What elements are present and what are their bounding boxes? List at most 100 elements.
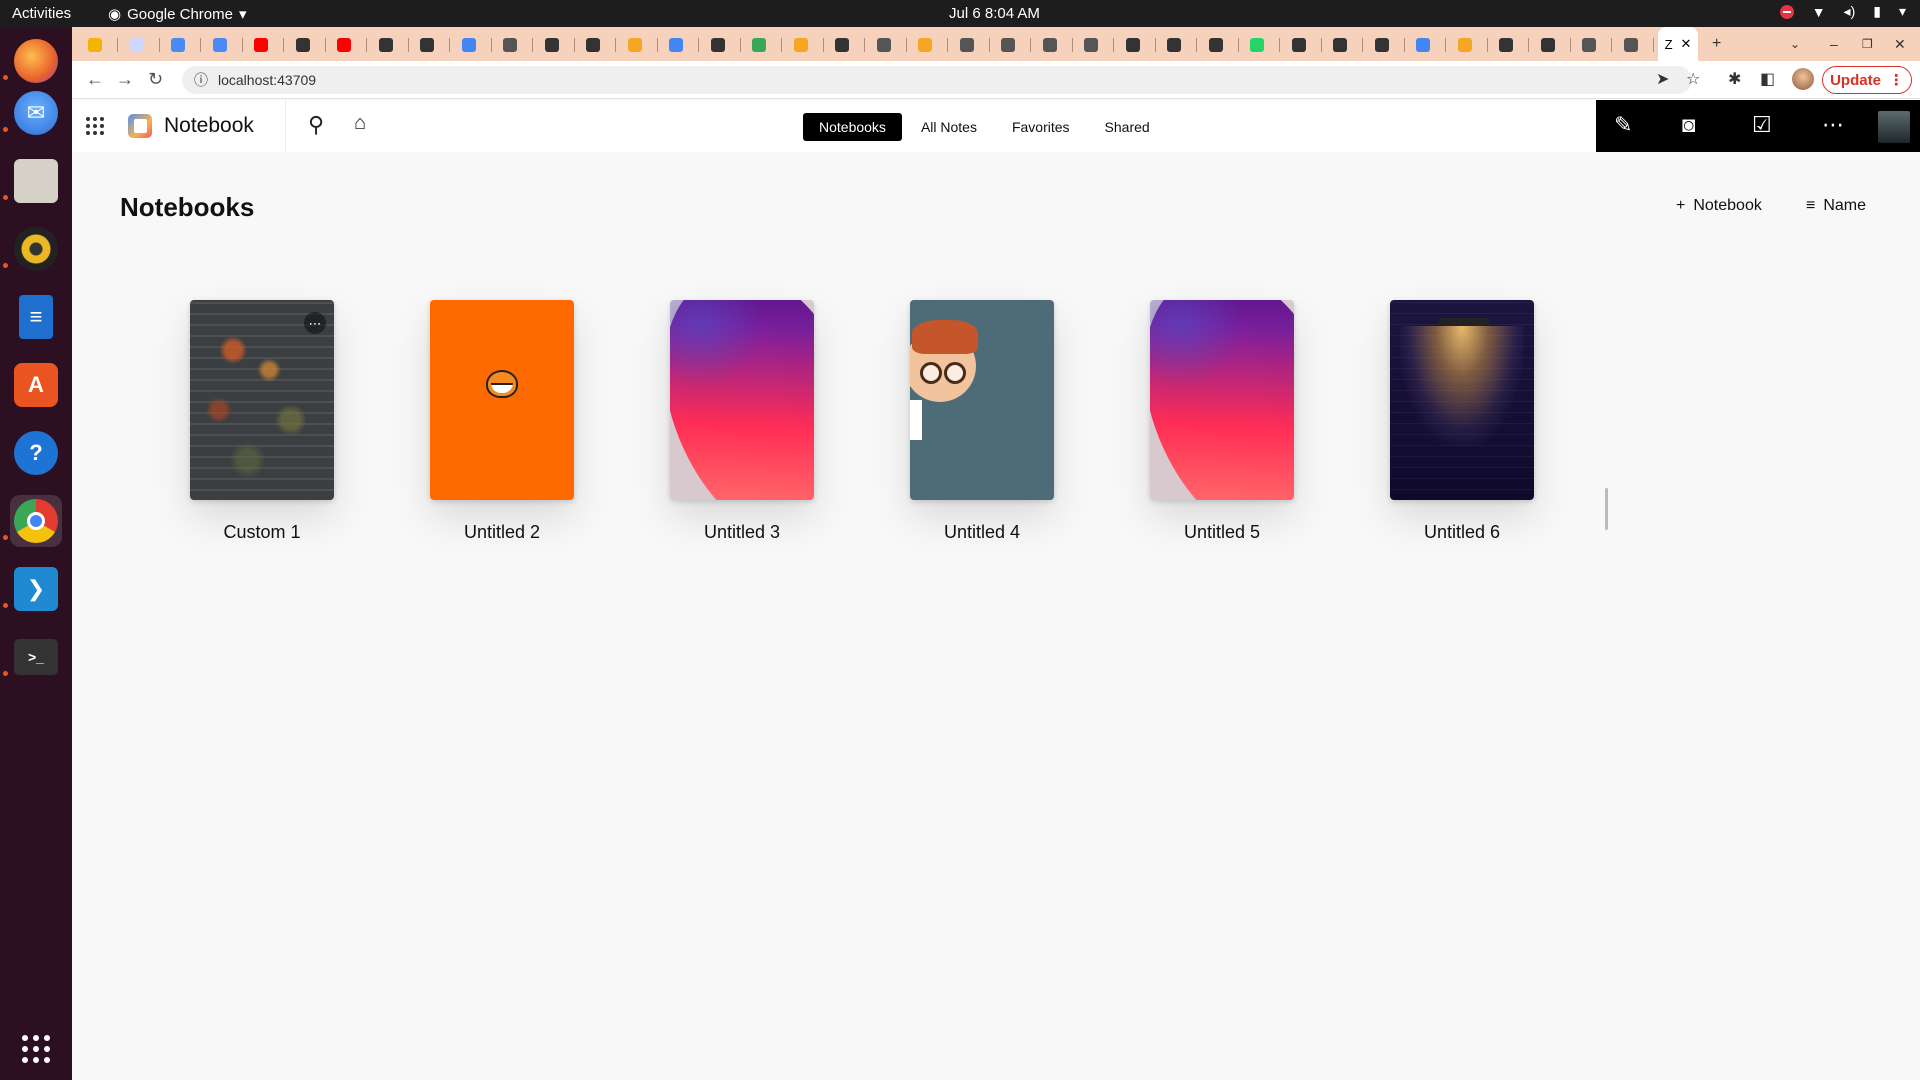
browser-tab[interactable] xyxy=(661,33,699,57)
browser-tab[interactable] xyxy=(1035,33,1073,57)
notebook-card[interactable]: Untitled 6 xyxy=(1390,300,1534,543)
notebook-card[interactable]: Untitled 4 xyxy=(910,300,1054,543)
send-icon[interactable]: ➤ xyxy=(1656,69,1669,89)
dock-writer[interactable]: ≡ xyxy=(10,291,62,343)
browser-tab[interactable] xyxy=(1367,33,1405,57)
extensions-icon[interactable]: ✱ xyxy=(1728,69,1741,89)
dock-firefox[interactable] xyxy=(10,35,62,87)
browser-tab[interactable] xyxy=(205,33,243,57)
browser-tab[interactable] xyxy=(537,33,575,57)
dock-software[interactable]: A xyxy=(10,359,62,411)
app-menu[interactable]: ◉ Google Chrome ▾ xyxy=(108,5,247,24)
reload-icon[interactable]: ↻ xyxy=(148,69,163,90)
browser-tab[interactable] xyxy=(1408,33,1446,57)
browser-tab[interactable] xyxy=(1284,33,1322,57)
system-top-bar: Activities ◉ Google Chrome ▾ Jul 6 8:04 … xyxy=(0,0,1920,27)
browser-tab[interactable] xyxy=(993,33,1031,57)
browser-tab[interactable] xyxy=(454,33,492,57)
browser-tab[interactable] xyxy=(1533,33,1571,57)
search-icon[interactable]: ⚲ xyxy=(308,112,324,138)
tag-icon[interactable]: ⌂ xyxy=(354,112,366,135)
notebook-cover[interactable] xyxy=(910,300,1054,500)
browser-tab[interactable] xyxy=(495,33,533,57)
notebook-card[interactable]: Untitled 5 xyxy=(1150,300,1294,543)
new-note-icon[interactable]: ✎ xyxy=(1614,112,1632,138)
browser-tab[interactable] xyxy=(952,33,990,57)
tab-shared[interactable]: Shared xyxy=(1089,113,1166,141)
dock-files[interactable] xyxy=(10,155,62,207)
more-options-icon[interactable]: ⋯ xyxy=(1822,112,1844,138)
dock-thunderbird[interactable]: ✉ xyxy=(10,87,62,139)
browser-tab[interactable] xyxy=(412,33,450,57)
tab-search-icon[interactable]: ⌄ xyxy=(1790,27,1800,61)
browser-tab[interactable] xyxy=(246,33,284,57)
bookmark-star-icon[interactable]: ☆ xyxy=(1686,69,1700,89)
notebook-card[interactable]: ⋯ Custom 1 xyxy=(190,300,334,543)
browser-tab[interactable] xyxy=(122,33,160,57)
new-tab-button[interactable]: + xyxy=(1712,27,1721,61)
browser-tab[interactable] xyxy=(163,33,201,57)
browser-tab[interactable] xyxy=(744,33,782,57)
show-applications-button[interactable] xyxy=(10,1023,62,1075)
forward-icon[interactable]: → xyxy=(116,69,134,90)
dock-chrome[interactable] xyxy=(10,495,62,547)
notebook-cover[interactable] xyxy=(670,300,814,500)
browser-tab[interactable] xyxy=(371,33,409,57)
clock[interactable]: Jul 6 8:04 AM xyxy=(949,5,1040,22)
minimize-icon[interactable]: – xyxy=(1830,27,1838,61)
browser-tab[interactable] xyxy=(786,33,824,57)
dock-help[interactable]: ? xyxy=(10,427,62,479)
system-tray[interactable]: ▼ ◂) ▮ ▾ xyxy=(1779,3,1906,20)
side-panel-icon[interactable]: ◧ xyxy=(1760,69,1775,89)
activities-button[interactable]: Activities xyxy=(12,5,71,22)
browser-tab[interactable] xyxy=(1076,33,1114,57)
browser-tab[interactable] xyxy=(1574,33,1612,57)
checklist-icon[interactable]: ☑ xyxy=(1752,112,1772,138)
add-notebook-button[interactable]: + Notebook xyxy=(1676,197,1762,215)
browser-tab[interactable] xyxy=(80,33,118,57)
browser-tab[interactable] xyxy=(620,33,658,57)
notebook-cover[interactable] xyxy=(1390,300,1534,500)
browser-tab[interactable] xyxy=(1242,33,1280,57)
tab-notebooks[interactable]: Notebooks xyxy=(803,113,902,141)
notebook-cover[interactable] xyxy=(1150,300,1294,500)
browser-tab[interactable] xyxy=(827,33,865,57)
notebook-card[interactable]: Untitled 2 xyxy=(430,300,574,543)
profile-avatar[interactable] xyxy=(1792,68,1814,90)
dock-rhythmbox[interactable] xyxy=(10,223,62,275)
active-tab[interactable]: Z ✕ xyxy=(1658,27,1698,61)
back-icon[interactable]: ← xyxy=(86,69,104,90)
browser-tab[interactable] xyxy=(910,33,948,57)
tab-favorites[interactable]: Favorites xyxy=(996,113,1086,141)
browser-tab[interactable] xyxy=(1118,33,1156,57)
restore-icon[interactable]: ❐ xyxy=(1862,27,1873,61)
notebook-cover[interactable]: ⋯ xyxy=(190,300,334,500)
update-button[interactable]: Update ⋮ xyxy=(1822,66,1912,94)
browser-tab[interactable] xyxy=(1450,33,1488,57)
browser-tab[interactable] xyxy=(1491,33,1529,57)
sort-button[interactable]: ≡ Name xyxy=(1806,197,1866,215)
browser-tab[interactable] xyxy=(1616,33,1654,57)
user-avatar[interactable] xyxy=(1878,111,1910,143)
browser-tab[interactable] xyxy=(578,33,616,57)
browser-tab[interactable] xyxy=(869,33,907,57)
browser-tab[interactable] xyxy=(1201,33,1239,57)
browser-tab[interactable] xyxy=(288,33,326,57)
dock-vscode[interactable]: ❯ xyxy=(10,563,62,615)
address-bar[interactable]: ⓘ localhost:43709 xyxy=(182,66,1692,94)
tab-all-notes[interactable]: All Notes xyxy=(905,113,993,141)
notebook-card[interactable]: Untitled 3 xyxy=(670,300,814,543)
browser-tab[interactable] xyxy=(1325,33,1363,57)
browser-tab[interactable] xyxy=(1159,33,1197,57)
site-info-icon[interactable]: ⓘ xyxy=(194,70,208,90)
more-options-icon[interactable]: ⋯ xyxy=(304,312,326,334)
scrollbar[interactable] xyxy=(1605,488,1608,530)
browser-tab[interactable] xyxy=(329,33,367,57)
window-close-icon[interactable]: ✕ xyxy=(1894,27,1906,61)
notebook-cover[interactable] xyxy=(430,300,574,500)
dock-terminal[interactable]: >_ xyxy=(10,631,62,683)
camera-icon[interactable]: ◙ xyxy=(1682,112,1695,138)
app-launcher-icon[interactable] xyxy=(86,117,104,135)
browser-tab[interactable] xyxy=(703,33,741,57)
close-tab-icon[interactable]: ✕ xyxy=(1681,36,1692,52)
